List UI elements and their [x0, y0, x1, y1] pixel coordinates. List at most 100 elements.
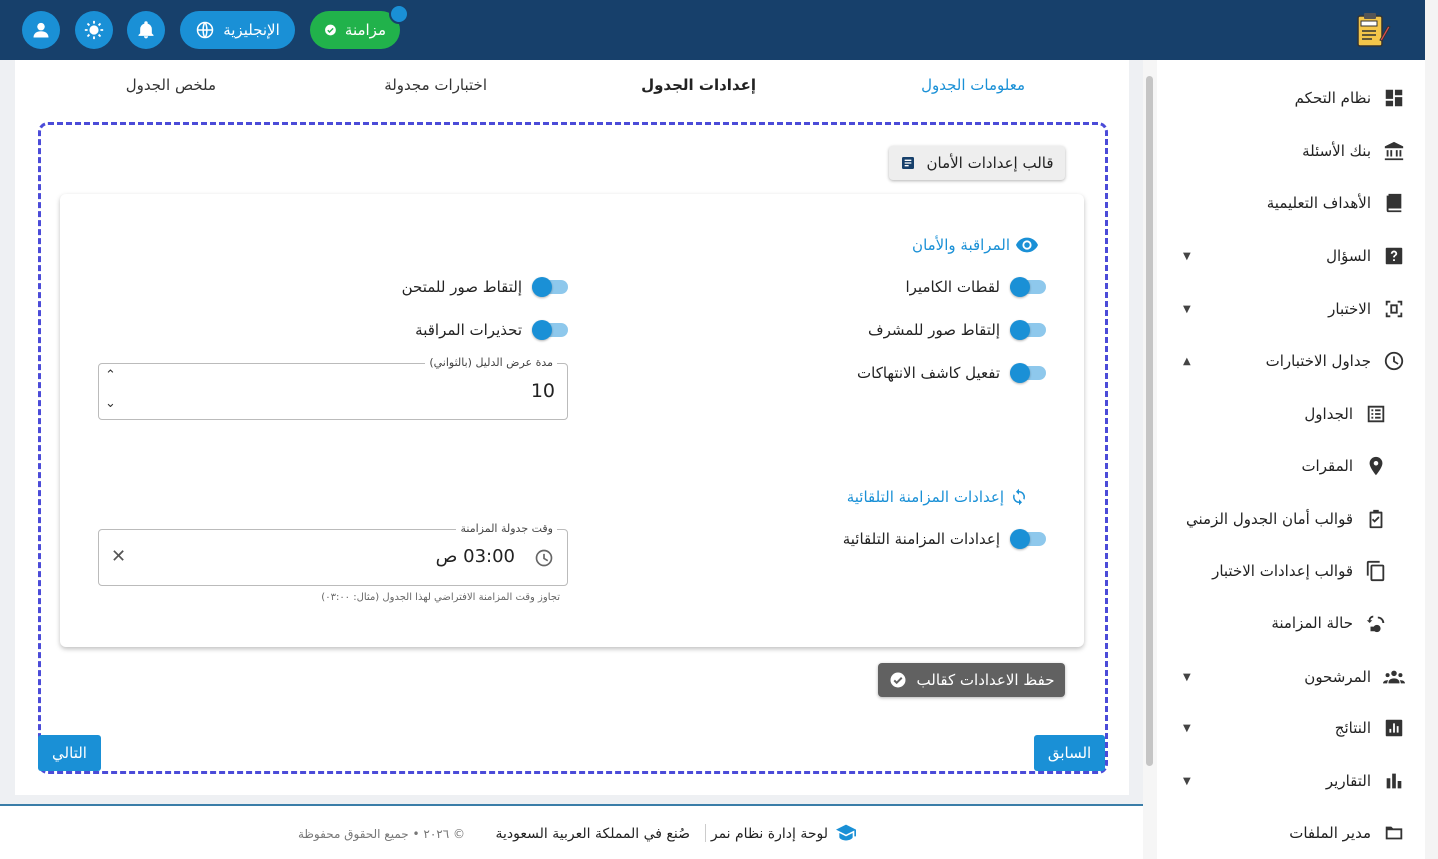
sidebar-item-schedules[interactable]: الجداول — [1157, 399, 1387, 429]
sidebar-item-candidates[interactable]: المرشحون — [1165, 662, 1405, 692]
sidebar-item-label: المرشحون — [1304, 668, 1371, 686]
sidebar-item-venues[interactable]: المقرات — [1157, 451, 1387, 481]
sidebar-item-sync-status[interactable]: حالة المزامنة — [1157, 608, 1387, 638]
sync-button[interactable]: مزامنة — [310, 11, 400, 49]
chevron-down-icon[interactable]: ▼ — [1183, 672, 1191, 683]
chevron-down-icon[interactable]: ▼ — [1183, 304, 1191, 315]
sidebar: نظام التحكم بنك الأسئلة الأهداف التعليمي… — [1157, 60, 1425, 859]
user-avatar-button[interactable] — [22, 11, 60, 49]
previous-button[interactable]: السابق — [1034, 735, 1105, 771]
sync-time-value: 03:00 ص — [435, 546, 515, 567]
list-icon — [1367, 405, 1385, 423]
monitoring-section-title: المراقبة والأمان — [912, 236, 1038, 254]
exam-logo-icon — [1357, 13, 1391, 47]
toggle-switch[interactable] — [1010, 529, 1046, 549]
autosync-section-title: إعدادات المزامنة التلقائية — [847, 488, 1028, 506]
chevron-down-icon[interactable]: ▼ — [1183, 723, 1191, 734]
toggle-switch[interactable] — [1010, 277, 1046, 297]
tab-schedule-info[interactable]: معلومات الجدول — [921, 76, 1025, 94]
user-icon — [33, 22, 49, 38]
tab-schedule-summary[interactable]: ملخص الجدول — [126, 76, 216, 94]
sidebar-item-dashboard[interactable]: نظام التحكم — [1165, 83, 1405, 113]
clipboard-check-icon — [1369, 509, 1383, 529]
sidebar-item-label: الجداول — [1304, 405, 1353, 423]
proctor-photos-toggle[interactable]: إلتقاط صور للمشرف — [868, 320, 1046, 340]
sync-status-dot — [389, 4, 409, 24]
sidebar-item-label: جداول الاختبارات — [1265, 352, 1371, 370]
autosync-toggle[interactable]: إعدادات المزامنة التلقائية — [842, 529, 1046, 549]
globe-icon — [196, 21, 214, 39]
sidebar-item-exam-settings-templates[interactable]: قوالب إعدادات الاختبار — [1157, 556, 1387, 586]
sidebar-scroll-thumb[interactable] — [1146, 76, 1153, 766]
exam-frame-icon — [1385, 300, 1403, 318]
chevron-down-icon[interactable]: ▼ — [1183, 776, 1191, 787]
save-as-template-button[interactable]: حفظ الاعدادات كقالب — [878, 663, 1065, 697]
sidebar-item-reports[interactable]: التقارير — [1165, 766, 1405, 796]
toggle-label: لقطات الكاميرا — [905, 278, 1000, 296]
tab-schedule-settings[interactable]: إعدادات الجدول — [641, 76, 756, 94]
check-circle-icon — [890, 672, 906, 688]
examinee-photos-toggle[interactable]: إلتقاط صور للمتحن — [401, 277, 568, 297]
clock-icon — [1384, 351, 1404, 371]
sidebar-item-label: السؤال — [1326, 247, 1371, 265]
sidebar-item-exam-schedules[interactable]: جداول الاختبارات — [1165, 346, 1405, 376]
footer-separator — [705, 824, 706, 842]
chevron-up-icon[interactable]: ⌃ — [105, 368, 116, 383]
sync-label: مزامنة — [344, 21, 386, 39]
toggle-label: إلتقاط صور للمتحن — [401, 278, 522, 296]
sidebar-item-learning-objectives[interactable]: الأهداف التعليمية — [1165, 188, 1405, 218]
window-scrollbar[interactable] — [1425, 0, 1438, 859]
top-bar: الإنجليزية مزامنة — [0, 0, 1425, 60]
location-pin-icon — [1369, 456, 1383, 476]
sidebar-item-question-bank[interactable]: بنك الأسئلة — [1165, 136, 1405, 166]
sync-time-field[interactable]: وقت جدولة المزامنة 03:00 ص ✕ — [98, 522, 568, 586]
clear-icon[interactable]: ✕ — [111, 546, 126, 567]
sidebar-item-exam[interactable]: الاختبار — [1165, 294, 1405, 324]
guide-duration-field[interactable]: مدة عرض الدليل (بالثواني) 10 ⌃ ⌄ — [98, 356, 568, 420]
next-button[interactable]: التالي — [38, 735, 101, 771]
bell-icon — [138, 21, 154, 39]
toggle-switch[interactable] — [532, 320, 568, 340]
sidebar-item-results[interactable]: النتائج — [1165, 713, 1405, 743]
sidebar-item-label: حالة المزامنة — [1271, 614, 1353, 632]
sidebar-item-label: مدير الملفات — [1289, 824, 1371, 842]
proctor-warnings-toggle[interactable]: تحذيرات المراقبة — [415, 320, 568, 340]
sidebar-item-label: نظام التحكم — [1294, 89, 1371, 107]
sidebar-item-question[interactable]: السؤال — [1165, 241, 1405, 271]
security-template-label: قالب إعدادات الأمان — [926, 154, 1054, 172]
camera-snapshots-toggle[interactable]: لقطات الكاميرا — [905, 277, 1046, 297]
toggle-switch[interactable] — [1010, 320, 1046, 340]
check-circle-icon — [325, 24, 336, 36]
sidebar-item-label: النتائج — [1334, 719, 1371, 737]
footer-copyright: © ٢٠٢٦ • جميع الحقوق محفوظة — [297, 827, 465, 841]
notifications-button[interactable] — [127, 11, 165, 49]
violation-detector-toggle[interactable]: تفعيل كاشف الانتهاكات — [857, 363, 1046, 383]
sync-icon — [1013, 488, 1025, 506]
toggle-label: إعدادات المزامنة التلقائية — [842, 530, 1000, 548]
sidebar-scrollbar[interactable] — [1143, 60, 1157, 859]
sidebar-item-timetable-security-templates[interactable]: قوالب أمان الجدول الزمني — [1157, 504, 1387, 534]
footer: لوحة إدارة نظام نمر صُنع في المملكة العر… — [0, 806, 1143, 859]
sync-time-helper: تجاوز وقت المزامنة الافتراضي لهذا الجدول… — [321, 592, 560, 603]
chart-box-icon — [1385, 719, 1403, 737]
save-as-template-label: حفظ الاعدادات كقالب — [916, 671, 1055, 689]
toggle-switch[interactable] — [1010, 363, 1046, 383]
help-box-icon — [1385, 247, 1403, 265]
tab-scheduled-exams[interactable]: اختبارات مجدولة — [384, 76, 487, 94]
toggle-switch[interactable] — [532, 277, 568, 297]
security-template-button[interactable]: قالب إعدادات الأمان — [889, 146, 1065, 180]
toggle-label: تفعيل كاشف الانتهاكات — [857, 364, 1000, 382]
chevron-up-icon[interactable]: ▲ — [1183, 356, 1191, 367]
sidebar-item-label: الاختبار — [1328, 300, 1371, 318]
theme-toggle-button[interactable] — [75, 11, 113, 49]
chevron-down-icon[interactable]: ⌄ — [105, 396, 116, 411]
footer-brand: لوحة إدارة نظام نمر — [710, 826, 828, 842]
graduation-cap-icon — [836, 824, 856, 841]
sidebar-item-file-manager[interactable]: مدير الملفات — [1165, 818, 1405, 848]
sidebar-item-label: بنك الأسئلة — [1302, 142, 1371, 160]
chevron-down-icon[interactable]: ▼ — [1183, 251, 1191, 262]
language-button[interactable]: الإنجليزية — [180, 11, 295, 49]
footer-made-in: صُنع في المملكة العربية السعودية — [495, 826, 690, 842]
sync-status-icon — [1366, 615, 1385, 633]
document-icon — [902, 157, 915, 169]
